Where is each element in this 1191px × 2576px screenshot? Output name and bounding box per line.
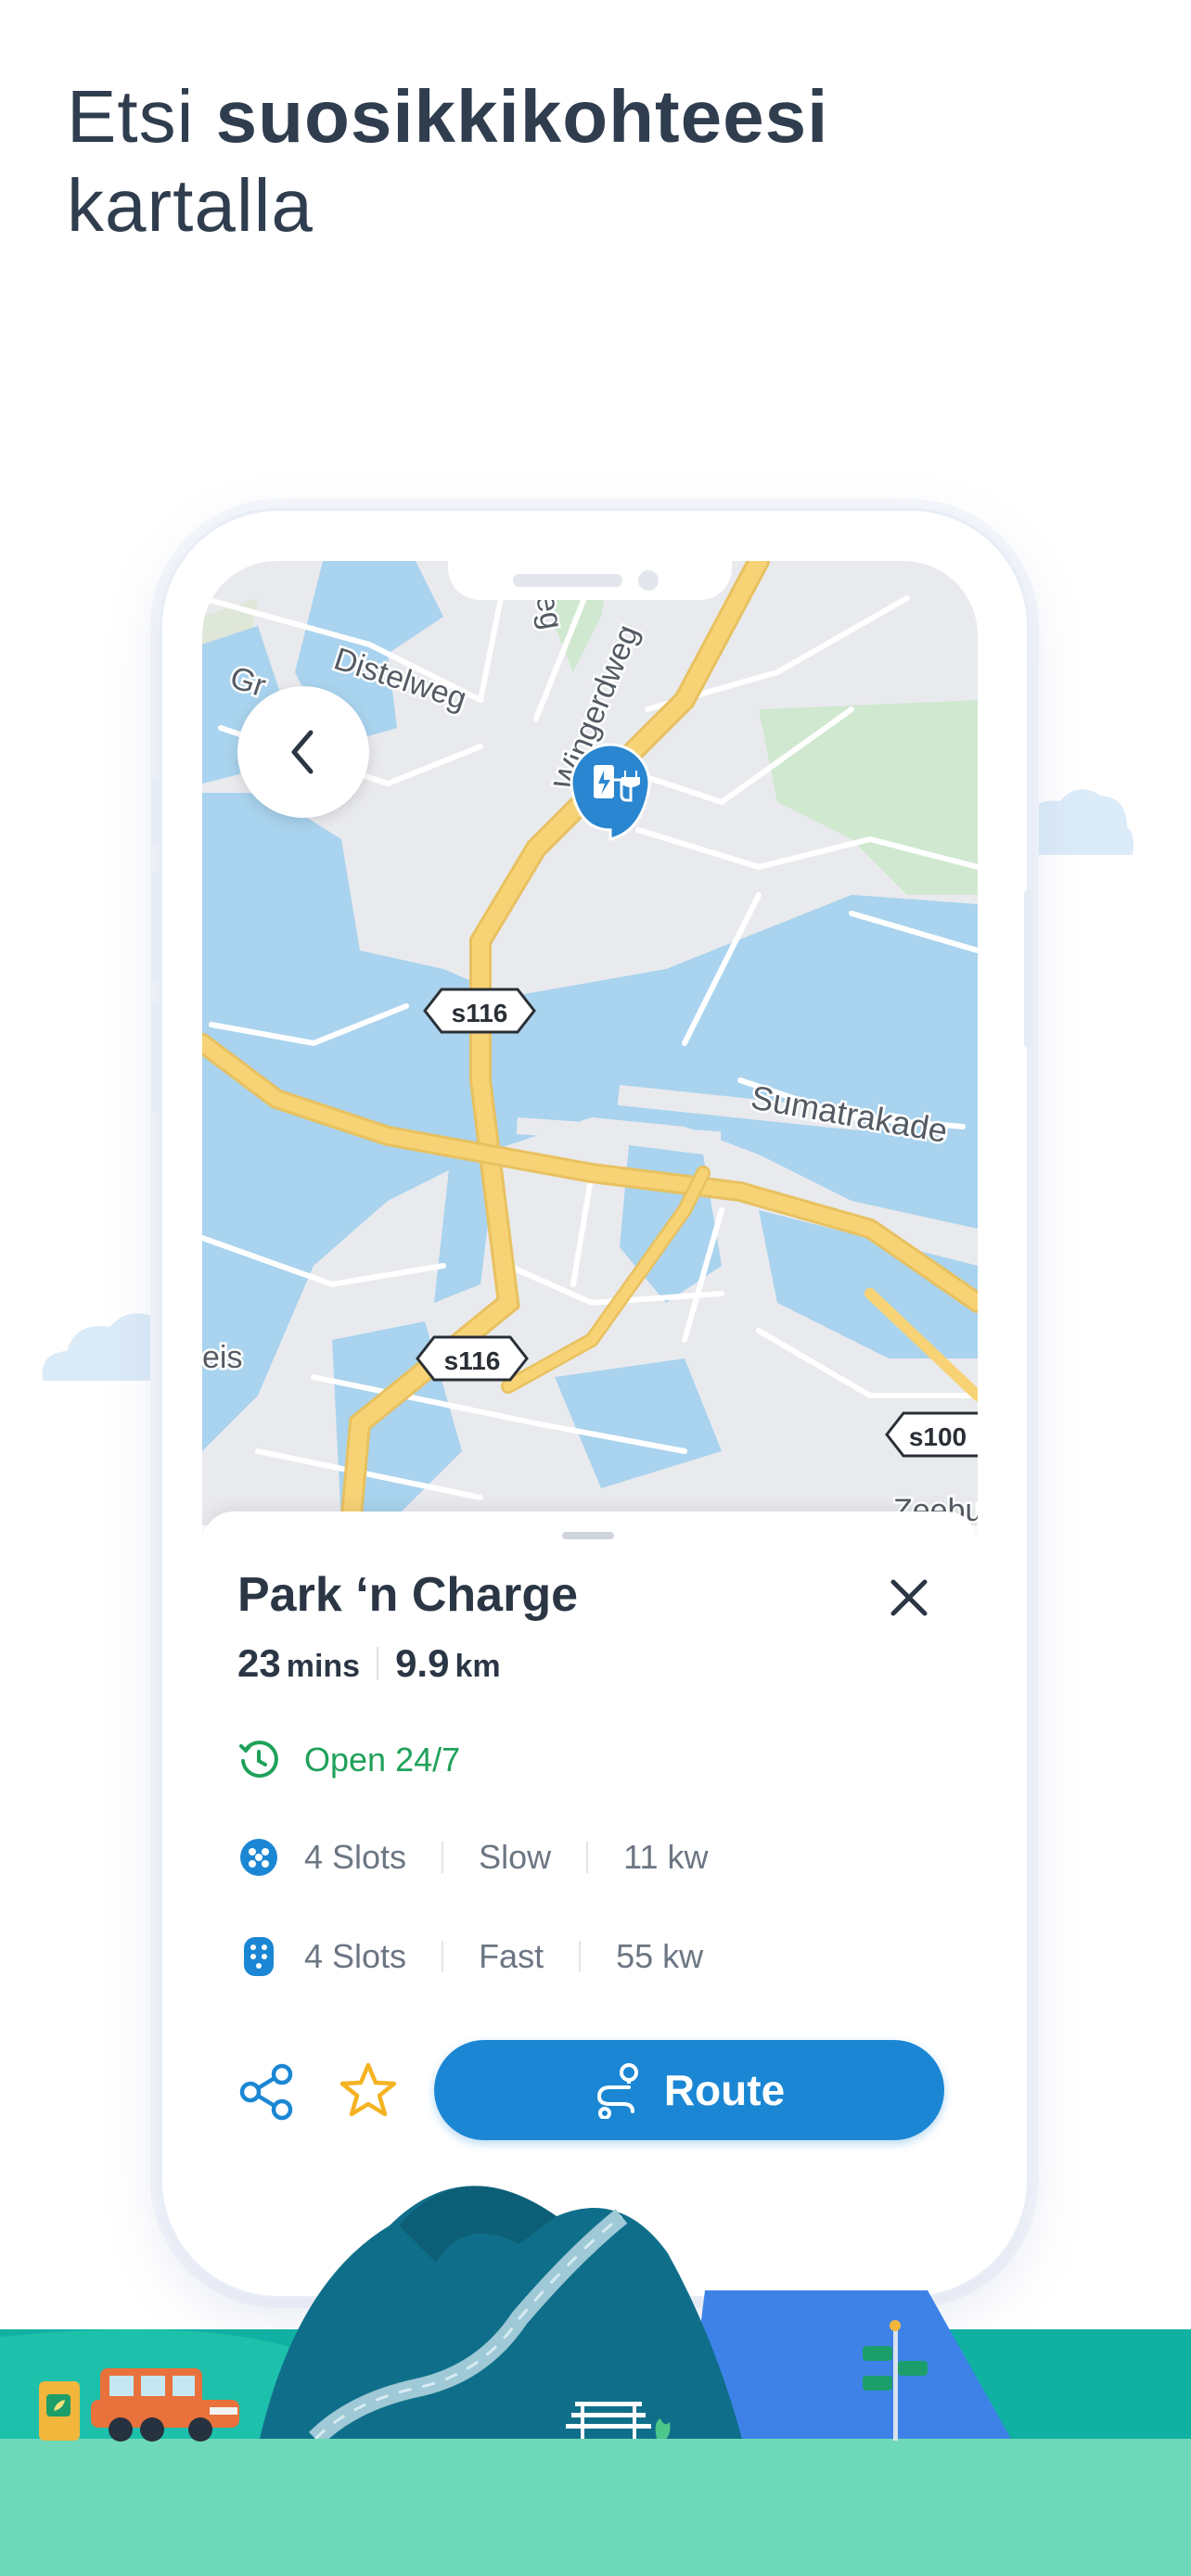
back-button[interactable] — [237, 686, 369, 818]
divider — [442, 1842, 444, 1873]
connector-power: 55 kw — [616, 1937, 704, 1975]
map-street-label: eis — [202, 1340, 242, 1375]
notch-camera — [638, 570, 659, 591]
connector-speed: Fast — [479, 1937, 544, 1975]
connector-speed: Slow — [479, 1838, 552, 1876]
action-bar: Route — [237, 2040, 944, 2142]
phone-side-button — [1024, 890, 1031, 1048]
divider — [586, 1842, 589, 1873]
eta-summary: 23 mins 9.9 km — [237, 1641, 501, 1686]
headline-bold: suosikkikohteesi — [215, 75, 829, 158]
type2-plug-icon — [240, 1839, 277, 1876]
distance-value: 9.9 — [395, 1641, 450, 1685]
star-icon[interactable] — [338, 2060, 399, 2122]
clock-icon — [239, 1741, 278, 1779]
ccs-plug-icon — [244, 1937, 274, 1976]
road-shield: s116 — [416, 1335, 529, 1382]
share-icon[interactable] — [237, 2062, 297, 2122]
route-button[interactable]: Route — [434, 2040, 944, 2140]
connector-row: 4 Slots Slow 11 kw — [237, 1836, 708, 1879]
eta-value: 23 — [237, 1641, 281, 1685]
sheet-grabber[interactable] — [562, 1532, 614, 1539]
connector-slots: 4 Slots — [304, 1937, 407, 1975]
road-shield: s116 — [423, 988, 536, 1034]
divider — [579, 1941, 582, 1972]
headline-line2: kartalla — [67, 164, 314, 247]
connector-row: 4 Slots Fast 55 kw — [237, 1935, 703, 1978]
opening-hours-text: Open 24/7 — [304, 1741, 461, 1779]
phone-screen: Distelweg Wingerdweg Sumatrakade eis Gr … — [202, 561, 978, 2258]
opening-hours-row: Open 24/7 — [237, 1739, 460, 1781]
eta-unit: mins — [286, 1649, 361, 1684]
charger-kiosk-icon — [39, 2381, 80, 2441]
svg-text:s116: s116 — [444, 1346, 501, 1375]
page-headline: Etsi suosikkikohteesi kartalla — [67, 72, 1087, 250]
divider — [377, 1647, 379, 1680]
distance-unit: km — [455, 1649, 501, 1684]
place-title: Park ‘n Charge — [237, 1568, 579, 1622]
divider — [442, 1941, 444, 1972]
route-icon — [596, 2063, 638, 2119]
phone-notch — [448, 561, 732, 600]
connector-power: 11 kw — [623, 1838, 709, 1876]
notch-speaker — [513, 574, 622, 587]
road-shield: s100 — [885, 1411, 978, 1458]
phone-side-button — [152, 1001, 160, 1113]
phone-side-button — [152, 779, 160, 844]
landscape-illustration — [0, 2186, 1191, 2576]
svg-text:s100: s100 — [909, 1422, 967, 1451]
close-icon[interactable] — [884, 1573, 934, 1623]
phone-side-button — [152, 872, 160, 983]
headline-prefix: Etsi — [67, 75, 216, 158]
connector-slots: 4 Slots — [304, 1838, 407, 1876]
chevron-left-icon — [291, 730, 314, 774]
route-label: Route — [663, 2066, 786, 2114]
svg-text:s116: s116 — [452, 999, 508, 1027]
